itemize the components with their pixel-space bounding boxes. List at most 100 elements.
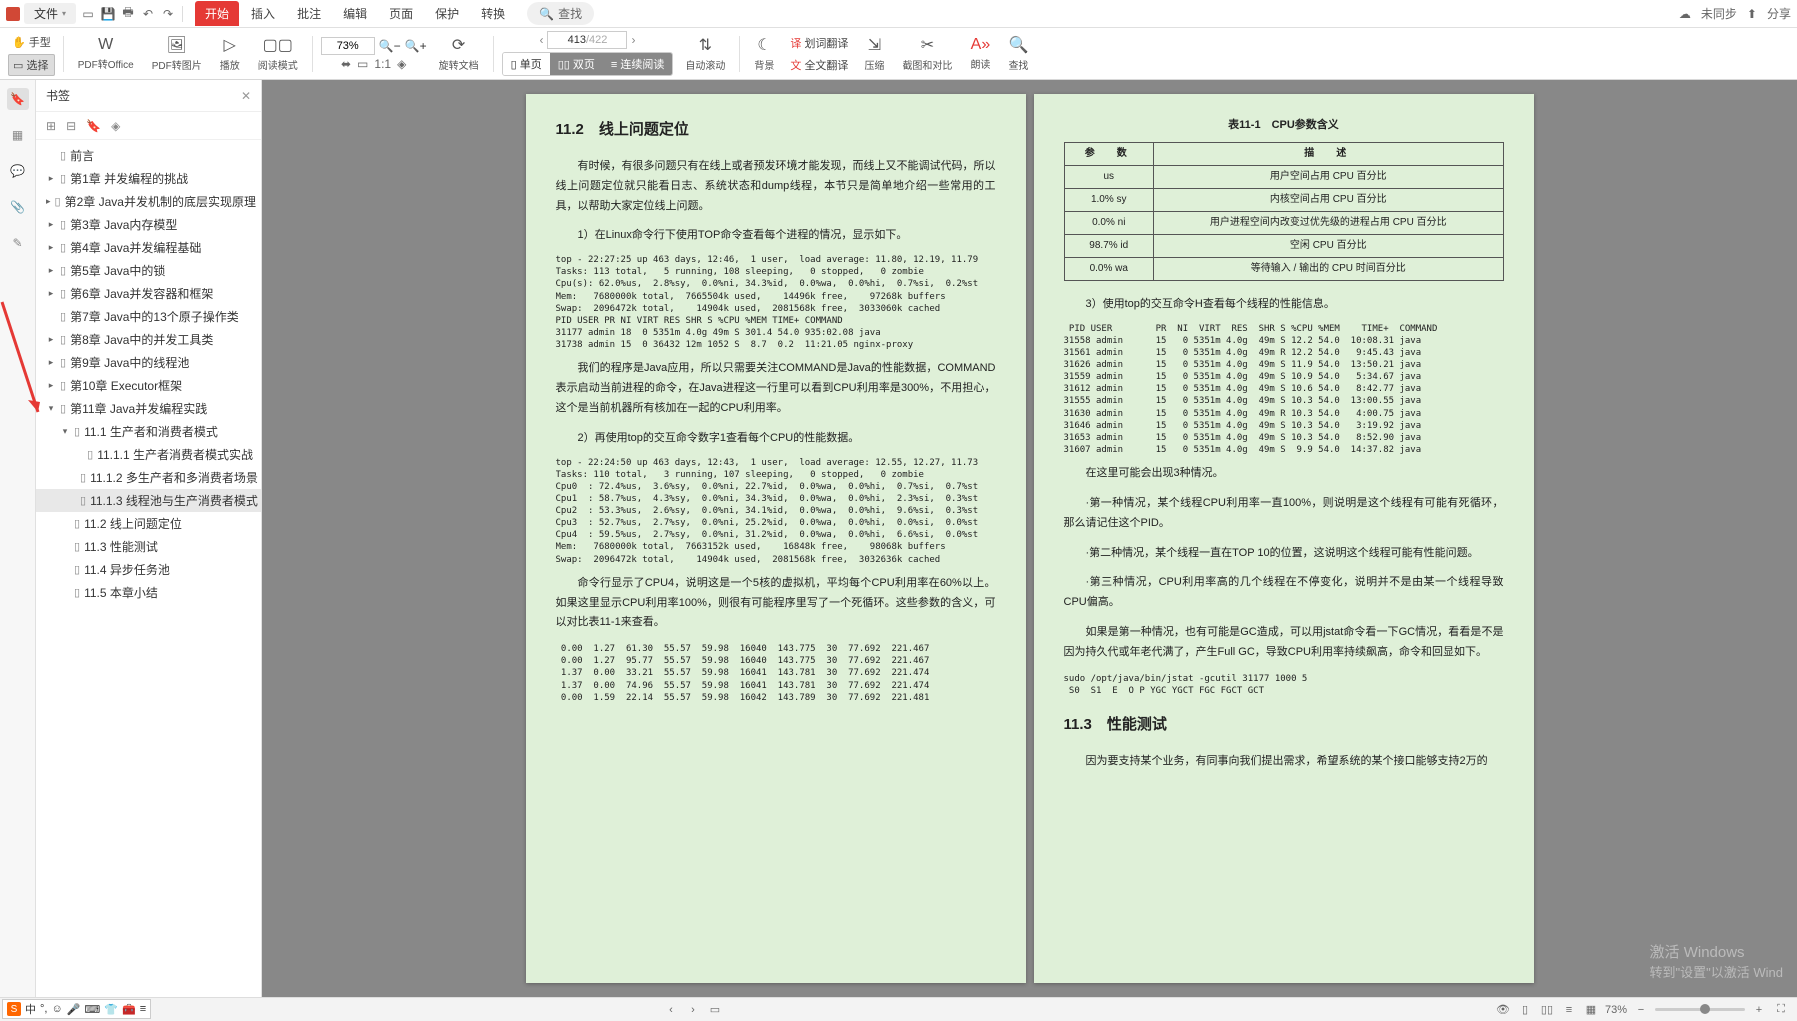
- ime-skin-icon[interactable]: 👕: [104, 1003, 118, 1016]
- paragraph: 如果是第一种情况，也有可能是GC造成，可以用jstat命令看一下GC情况，看看是…: [1064, 623, 1504, 663]
- print-icon[interactable]: 🖶: [120, 6, 136, 22]
- bookmark-item[interactable]: ▯第7章 Java中的13个原子操作类: [36, 305, 261, 328]
- bookmark-item[interactable]: ▯11.4 异步任务池: [36, 558, 261, 581]
- caret-icon: ▸: [46, 334, 56, 345]
- page-nav-icon[interactable]: ▭: [707, 1002, 723, 1018]
- bookmark-item[interactable]: ▸▯第2章 Java并发机制的底层实现原理: [36, 190, 261, 213]
- bookmark-item[interactable]: ▸▯第9章 Java中的线程池: [36, 351, 261, 374]
- bookmark-item[interactable]: ▸▯第8章 Java中的并发工具类: [36, 328, 261, 351]
- view-single-icon[interactable]: ▯: [1517, 1002, 1533, 1018]
- compare[interactable]: ✂截图和对比: [896, 35, 958, 72]
- bookmark-icon[interactable]: ◈: [111, 119, 120, 133]
- expand-all-icon[interactable]: ⊞: [46, 119, 56, 133]
- ime-emoji-icon[interactable]: ☺: [51, 1003, 62, 1015]
- rotate[interactable]: ⟳旋转文档: [433, 35, 485, 72]
- bookmark-panel-icon[interactable]: 🔖: [7, 88, 29, 110]
- read-mode[interactable]: ▢▢阅读模式: [252, 35, 304, 72]
- bookmark-item[interactable]: ▯11.1.1 生产者消费者模式实战: [36, 443, 261, 466]
- tab-annotate[interactable]: 批注: [287, 1, 331, 26]
- bookmark-item[interactable]: ▸▯第5章 Java中的锁: [36, 259, 261, 282]
- caret-icon: ▸: [46, 380, 56, 391]
- bookmark-item[interactable]: ▾▯11.1 生产者和消费者模式: [36, 420, 261, 443]
- share-icon[interactable]: ⬆: [1747, 7, 1757, 21]
- tab-protect[interactable]: 保护: [425, 1, 469, 26]
- zoom-out-icon[interactable]: 🔍−: [379, 39, 401, 53]
- tab-convert[interactable]: 转换: [471, 1, 515, 26]
- bookmark-item[interactable]: ▯11.3 性能测试: [36, 535, 261, 558]
- pdf-to-image[interactable]: 🖼PDF转图片: [146, 35, 208, 72]
- ime-bar[interactable]: S 中 °, ☺ 🎤 ⌨ 👕 🧰 ≡: [2, 999, 151, 1019]
- save-icon[interactable]: 💾: [100, 6, 116, 22]
- bookmark-item[interactable]: ▯11.1.3 线程池与生产消费者模式: [36, 489, 261, 512]
- prev-icon[interactable]: ‹: [663, 1002, 679, 1018]
- bookmark-item[interactable]: ▸▯第6章 Java并发容器和框架: [36, 282, 261, 305]
- zoom-input[interactable]: [321, 37, 375, 55]
- ime-mic-icon[interactable]: 🎤: [67, 1003, 81, 1016]
- slider-knob[interactable]: [1700, 1004, 1710, 1014]
- ime-punct-icon[interactable]: °,: [40, 1003, 47, 1015]
- pdf-to-office[interactable]: WPDF转Office: [72, 36, 140, 71]
- document-viewer[interactable]: 11.2 线上问题定位 有时候，有很多问题只有在线上或者预发环境才能发现，而线上…: [262, 80, 1797, 997]
- read-aloud[interactable]: A»朗读: [964, 36, 996, 71]
- close-icon[interactable]: ✕: [241, 89, 251, 103]
- thumbnail-panel-icon[interactable]: ▦: [7, 124, 29, 146]
- fit-page-icon[interactable]: ▭: [357, 57, 368, 71]
- tab-edit[interactable]: 编辑: [333, 1, 377, 26]
- select-tool[interactable]: ▭ 选择: [8, 54, 55, 76]
- redo-icon[interactable]: ↷: [160, 6, 176, 22]
- view-eye-icon[interactable]: 👁: [1495, 1002, 1511, 1018]
- compress[interactable]: ⇲压缩: [858, 35, 890, 72]
- tab-insert[interactable]: 插入: [241, 1, 285, 26]
- continuous[interactable]: ≡ 连续阅读: [603, 53, 672, 75]
- bookmark-item[interactable]: ▸▯第4章 Java并发编程基础: [36, 236, 261, 259]
- single-page[interactable]: ▯ 单页: [503, 53, 550, 75]
- background[interactable]: ☾背景: [748, 35, 780, 72]
- tab-page[interactable]: 页面: [379, 1, 423, 26]
- word-translate[interactable]: 译 划词翻译: [786, 33, 852, 53]
- ime-toolbox-icon[interactable]: 🧰: [122, 1003, 136, 1016]
- ime-keyboard-icon[interactable]: ⌨: [84, 1003, 100, 1016]
- bookmark-item[interactable]: ▸▯第10章 Executor框架: [36, 374, 261, 397]
- zoom-in-icon[interactable]: 🔍+: [405, 39, 427, 53]
- find[interactable]: 🔍查找: [1002, 35, 1034, 72]
- hand-tool[interactable]: ✋ 手型: [8, 32, 55, 52]
- view-double-icon[interactable]: ▯▯: [1539, 1002, 1555, 1018]
- play-button[interactable]: ▷播放: [214, 35, 246, 72]
- ime-settings-icon[interactable]: ≡: [140, 1003, 146, 1015]
- comment-panel-icon[interactable]: 💬: [7, 160, 29, 182]
- next-page-icon[interactable]: ›: [631, 33, 635, 47]
- auto-scroll[interactable]: ⇅自动滚动: [679, 35, 731, 72]
- zoom-slider[interactable]: [1655, 1008, 1745, 1011]
- double-page[interactable]: ▯▯ 双页: [550, 53, 603, 75]
- zoom-in-status-icon[interactable]: +: [1751, 1002, 1767, 1018]
- page-indicator[interactable]: 413/422: [547, 31, 627, 49]
- fit-icon[interactable]: ◈: [397, 57, 406, 71]
- prev-page-icon[interactable]: ‹: [539, 33, 543, 47]
- bookmark-item[interactable]: ▯前言: [36, 144, 261, 167]
- file-menu[interactable]: 文件 ▾: [24, 3, 76, 24]
- view-cont-icon[interactable]: ≡: [1561, 1002, 1577, 1018]
- bookmark-add-icon[interactable]: 🔖: [86, 119, 101, 133]
- search-button[interactable]: 🔍 查找: [527, 2, 594, 25]
- attachment-panel-icon[interactable]: 📎: [7, 196, 29, 218]
- open-icon[interactable]: ▭: [80, 6, 96, 22]
- full-translate[interactable]: 文 全文翻译: [786, 55, 852, 75]
- bookmark-item[interactable]: ▯11.1.2 多生产者和多消费者场景: [36, 466, 261, 489]
- collapse-all-icon[interactable]: ⊟: [66, 119, 76, 133]
- edit-panel-icon[interactable]: ✎: [7, 232, 29, 254]
- bookmark-item[interactable]: ▾▯第11章 Java并发编程实践: [36, 397, 261, 420]
- fullscreen-icon[interactable]: ⛶: [1773, 1002, 1789, 1018]
- bookmark-item[interactable]: ▯11.2 线上问题定位: [36, 512, 261, 535]
- next-icon[interactable]: ›: [685, 1002, 701, 1018]
- fit-width-icon[interactable]: ⬌: [341, 57, 351, 71]
- bookmark-label: 第6章 Java并发容器和框架: [70, 285, 213, 302]
- bookmark-item[interactable]: ▸▯第1章 并发编程的挑战: [36, 167, 261, 190]
- bookmark-item[interactable]: ▸▯第3章 Java内存模型: [36, 213, 261, 236]
- actual-size-icon[interactable]: 1:1: [374, 57, 391, 71]
- tab-start[interactable]: 开始: [195, 1, 239, 26]
- view-grid-icon[interactable]: ▦: [1583, 1002, 1599, 1018]
- undo-icon[interactable]: ↶: [140, 6, 156, 22]
- cloud-icon[interactable]: ☁: [1679, 7, 1691, 21]
- bookmark-item[interactable]: ▯11.5 本章小结: [36, 581, 261, 604]
- zoom-out-status-icon[interactable]: −: [1633, 1002, 1649, 1018]
